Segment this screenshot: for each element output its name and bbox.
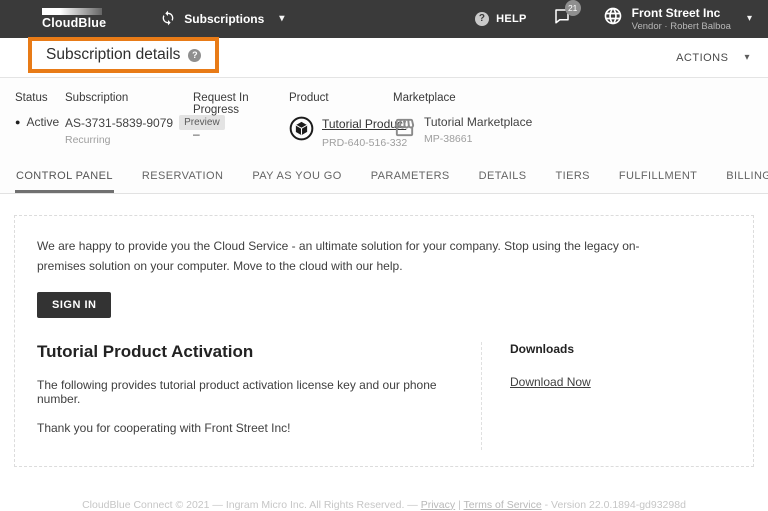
sign-in-button[interactable]: SIGN IN [37,291,112,318]
section-title: Tutorial Product Activation [37,341,254,361]
notification-badge: 21 [564,0,581,17]
top-nav-bar: CloudBlue Subscriptions ▾ ? HELP 21 Fron… [0,0,768,38]
subscription-type: Recurring [65,134,111,146]
account-subtitle: Vendor · Robert Balboa [631,21,731,33]
tab-control-panel[interactable]: CONTROL PANEL [15,162,114,193]
welcome-text: We are happy to provide you the Cloud Se… [37,239,640,274]
chevron-down-icon: ▾ [746,12,752,24]
help-label: HELP [496,12,527,25]
subscription-label: Subscription [65,92,129,104]
status-dot-icon: ● [15,116,21,127]
tab-parameters[interactable]: PARAMETERS [370,162,451,193]
logo-text: CloudBlue [42,16,107,31]
page-title-help-icon[interactable]: ? [188,48,202,62]
cloudblue-logo[interactable]: CloudBlue [42,8,106,30]
footer-separator: | [455,498,464,511]
title-annotation-box: Subscription details ? [28,37,220,73]
chat-icon [553,9,571,29]
sync-icon [160,10,176,29]
marketplace-label: Marketplace [393,92,456,104]
subscriptions-menu-label: Subscriptions [184,12,265,26]
globe-icon [603,6,623,31]
download-now-link[interactable]: Download Now [510,375,591,389]
account-name: Front Street Inc [631,5,721,20]
tab-billing[interactable]: BILLING [725,162,768,193]
account-menu[interactable]: Front Street Inc Vendor · Robert Balboa … [603,6,752,33]
product-icon [289,116,314,146]
detail-tabs: CONTROL PANEL RESERVATION PAY AS YOU GO … [0,162,768,194]
subscription-summary: Status ● Active Subscription AS-3731-583… [0,78,768,162]
marketplace-icon [393,116,416,144]
section-paragraph-2: Thank you for cooperating with Front Str… [37,420,291,435]
footer-text: CloudBlue Connect © 2021 — Ingram Micro … [82,498,421,511]
request-in-progress-label: Request In Progress [193,92,249,116]
page-title: Subscription details [46,46,181,63]
actions-label: ACTIONS [676,51,729,64]
title-bar: Subscription details ? ACTIONS ▾ [0,37,768,78]
tab-fulfillment[interactable]: FULFILLMENT [618,162,698,193]
tab-reservation[interactable]: RESERVATION [141,162,224,193]
help-button[interactable]: ? HELP [475,11,527,26]
chevron-down-icon: ▾ [744,51,750,63]
tab-tiers[interactable]: TIERS [555,162,591,193]
help-icon: ? [475,11,490,26]
tab-details[interactable]: DETAILS [478,162,528,193]
tab-pay-as-you-go[interactable]: PAY AS YOU GO [251,162,342,193]
downloads-label: Downloads [510,341,575,356]
actions-button[interactable]: ACTIONS ▾ [676,52,750,64]
subscriptions-menu[interactable]: Subscriptions ▾ [160,10,284,29]
marketplace-name: Tutorial Marketplace [424,115,533,129]
page-footer: CloudBlue Connect © 2021 — Ingram Micro … [0,499,768,511]
status-value: Active [26,115,60,129]
product-label: Product [289,92,329,104]
section-paragraph-1: The following provides tutorial product … [37,377,437,406]
privacy-link[interactable]: Privacy [421,499,455,511]
chevron-down-icon: ▾ [279,13,285,24]
status-label: Status [15,92,48,104]
logo-gradient-bar [42,8,102,16]
downloads-panel: Downloads Download Now [481,341,731,450]
request-in-progress-value: – [193,127,200,141]
terms-of-service-link[interactable]: Terms of Service [464,499,542,511]
subscription-id: AS-3731-5839-9079 [65,115,174,130]
marketplace-id: MP-38661 [424,133,473,145]
notifications-button[interactable]: 21 [553,0,581,30]
control-panel-card: We are happy to provide you the Cloud Se… [14,215,754,467]
footer-version: - Version 22.0.1894-gd93298d [541,498,686,511]
